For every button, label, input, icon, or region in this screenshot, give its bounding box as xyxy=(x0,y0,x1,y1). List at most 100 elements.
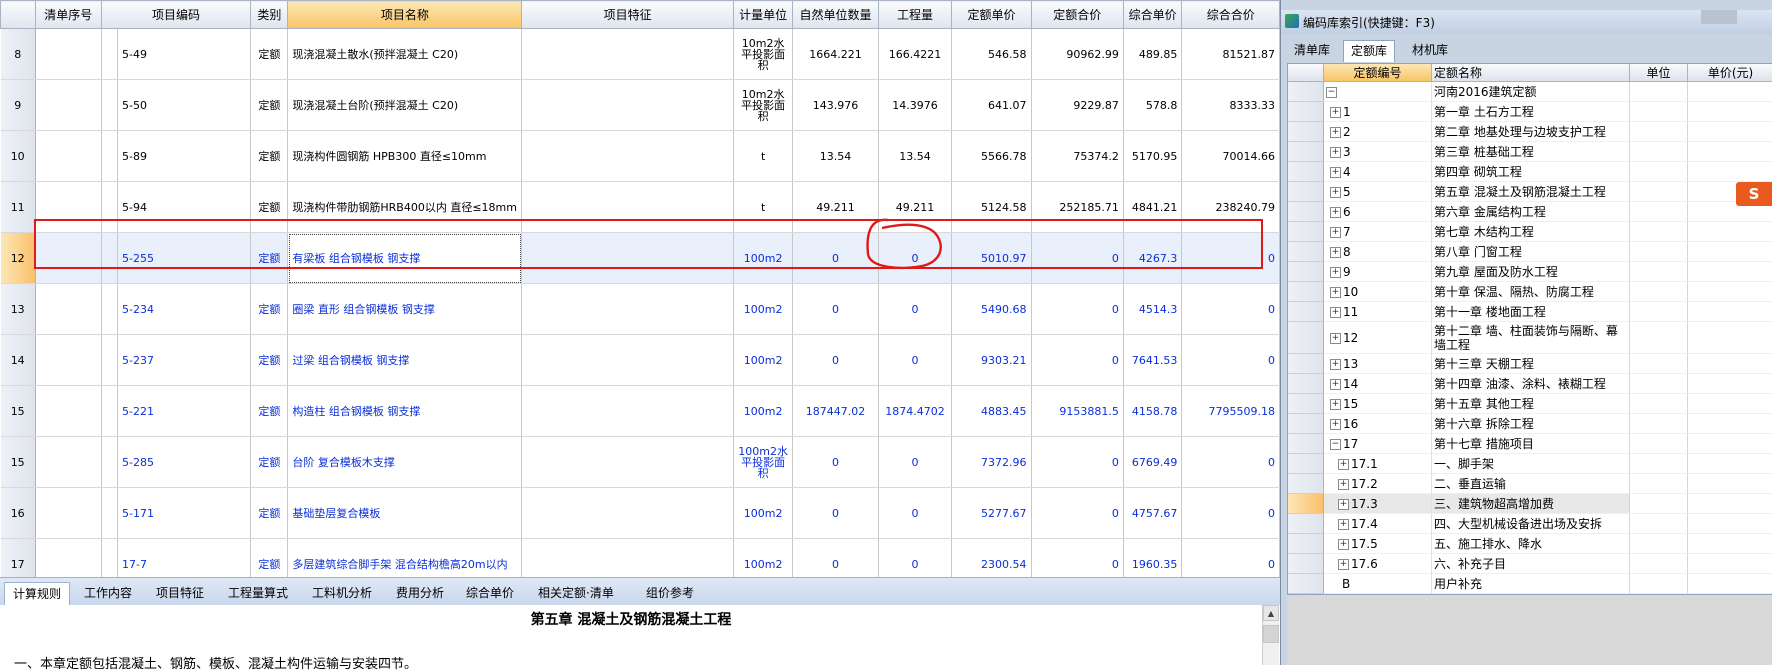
tree-code-cell[interactable]: +3 xyxy=(1324,142,1432,162)
quota-price-cell[interactable]: 5124.58 xyxy=(951,181,1032,233)
unit-cell[interactable]: 10m2水平投影面积 xyxy=(733,28,794,80)
table-row[interactable]: 14 5-237 定额 过梁 组合钢模板 钢支撑 100m2 0 0 9303.… xyxy=(0,334,1280,386)
composite-price-cell[interactable]: 6769.49 xyxy=(1123,436,1183,488)
header-quota-total[interactable]: 定额合价 xyxy=(1030,0,1124,29)
expand-icon[interactable]: + xyxy=(1330,107,1341,118)
natural-qty-cell[interactable]: 0 xyxy=(792,283,879,335)
tree-row-header[interactable] xyxy=(1288,322,1324,354)
code-cell[interactable]: 5-285 xyxy=(117,436,252,488)
name-cell[interactable]: 现浇混凝土散水(预拌混凝土 C20) xyxy=(287,28,523,80)
tree-unit-cell[interactable] xyxy=(1630,122,1688,142)
header-quota-name[interactable]: 定额名称 xyxy=(1432,64,1630,82)
row-number[interactable]: 15 xyxy=(0,436,36,488)
tree-row[interactable]: +2 第二章 地基处理与边坡支护工程 xyxy=(1288,122,1772,142)
code-cell[interactable]: 5-171 xyxy=(117,487,252,539)
tree-name-cell[interactable]: 第十三章 天棚工程 xyxy=(1432,354,1630,374)
tree-row[interactable]: +13 第十三章 天棚工程 xyxy=(1288,354,1772,374)
feature-cell[interactable] xyxy=(521,283,734,335)
tree-row-header[interactable] xyxy=(1288,182,1324,202)
tree-row-header[interactable] xyxy=(1288,494,1324,514)
tree-row-header[interactable] xyxy=(1288,242,1324,262)
list-seq-cell[interactable] xyxy=(35,130,102,182)
list-seq-cell[interactable] xyxy=(35,436,102,488)
natural-qty-cell[interactable]: 0 xyxy=(792,487,879,539)
expand-icon[interactable]: + xyxy=(1330,359,1341,370)
natural-qty-cell[interactable]: 0 xyxy=(792,436,879,488)
quota-total-cell[interactable]: 9153881.5 xyxy=(1031,385,1124,437)
tree-unit-cell[interactable] xyxy=(1630,434,1688,454)
code-cell[interactable]: 5-49 xyxy=(117,28,252,80)
tree-unit-cell[interactable] xyxy=(1630,474,1688,494)
tree-code-cell[interactable]: +17.5 xyxy=(1324,534,1432,554)
unit-cell[interactable]: 100m2 xyxy=(733,538,794,577)
tree-row-header[interactable] xyxy=(1288,354,1324,374)
quota-total-cell[interactable]: 0 xyxy=(1031,283,1124,335)
quota-total-cell[interactable]: 90962.99 xyxy=(1031,28,1124,80)
tab-pricing-reference[interactable]: 组价参考 xyxy=(638,582,702,604)
name-cell[interactable]: 现浇混凝土台阶(预拌混凝土 C20) xyxy=(287,79,523,131)
tree-row-header[interactable] xyxy=(1288,82,1324,102)
composite-price-cell[interactable]: 4158.78 xyxy=(1123,385,1183,437)
tree-row[interactable]: +16 第十六章 拆除工程 xyxy=(1288,414,1772,434)
expand-icon[interactable]: + xyxy=(1338,499,1349,510)
tree-code-cell[interactable]: +1 xyxy=(1324,102,1432,122)
header-item-name[interactable]: 项目名称 xyxy=(287,0,523,29)
tree-row[interactable]: +8 第八章 门窗工程 xyxy=(1288,242,1772,262)
composite-total-cell[interactable]: 238240.79 xyxy=(1181,181,1280,233)
code-cell[interactable]: 5-50 xyxy=(117,79,252,131)
tree-code-cell[interactable]: +17.6 xyxy=(1324,554,1432,574)
tree-unit-cell[interactable] xyxy=(1630,454,1688,474)
expand-icon[interactable]: + xyxy=(1330,227,1341,238)
quota-price-cell[interactable]: 2300.54 xyxy=(951,538,1032,577)
type-cell[interactable]: 定额 xyxy=(250,130,289,182)
tree-name-cell[interactable]: 五、施工排水、降水 xyxy=(1432,534,1630,554)
name-cell[interactable]: 现浇构件圆钢筋 HPB300 直径≤10mm xyxy=(287,130,523,182)
quantity-cell[interactable]: 1874.4702 xyxy=(878,385,953,437)
quota-total-cell[interactable]: 0 xyxy=(1031,487,1124,539)
tree-row-header[interactable] xyxy=(1288,262,1324,282)
panel-titlebar[interactable]: 编码库索引(快捷键：F3) xyxy=(1281,10,1772,34)
tree-code-cell[interactable]: +14 xyxy=(1324,374,1432,394)
tree-row-header[interactable] xyxy=(1288,574,1324,594)
table-row[interactable]: 15 5-221 定额 构造柱 组合钢模板 钢支撑 100m2 187447.0… xyxy=(0,385,1280,437)
type-cell[interactable]: 定额 xyxy=(250,28,289,80)
feature-cell[interactable] xyxy=(521,385,734,437)
header-composite-total[interactable]: 综合合价 xyxy=(1181,0,1280,29)
tree-price-cell[interactable] xyxy=(1688,262,1772,282)
natural-qty-cell[interactable]: 143.976 xyxy=(792,79,879,131)
tree-row-header[interactable] xyxy=(1288,474,1324,494)
tree-price-cell[interactable] xyxy=(1688,354,1772,374)
unit-cell[interactable]: 10m2水平投影面积 xyxy=(733,79,794,131)
tree-price-cell[interactable] xyxy=(1688,302,1772,322)
expand-icon[interactable]: + xyxy=(1338,559,1349,570)
expand-icon[interactable]: + xyxy=(1330,207,1341,218)
composite-price-cell[interactable]: 7641.53 xyxy=(1123,334,1183,386)
tree-row-header[interactable] xyxy=(1288,102,1324,122)
list-seq-cell[interactable] xyxy=(35,487,102,539)
header-natural-qty[interactable]: 自然单位数量 xyxy=(792,0,879,29)
feature-cell[interactable] xyxy=(521,538,734,577)
tree-name-cell[interactable]: 第九章 屋面及防水工程 xyxy=(1432,262,1630,282)
scroll-up-icon[interactable]: ▲ xyxy=(1263,605,1279,621)
tab-work-content[interactable]: 工作内容 xyxy=(76,582,140,604)
tree-row-header[interactable] xyxy=(1288,162,1324,182)
tree-code-cell[interactable]: +8 xyxy=(1324,242,1432,262)
quota-price-cell[interactable]: 7372.96 xyxy=(951,436,1032,488)
feature-cell[interactable] xyxy=(521,28,734,80)
tree-price-cell[interactable] xyxy=(1688,474,1772,494)
tree-unit-cell[interactable] xyxy=(1630,242,1688,262)
expand-icon[interactable]: + xyxy=(1330,247,1341,258)
composite-price-cell[interactable]: 578.8 xyxy=(1123,79,1183,131)
composite-price-cell[interactable]: 4514.3 xyxy=(1123,283,1183,335)
tree-price-cell[interactable] xyxy=(1688,454,1772,474)
tree-code-cell[interactable]: +17.4 xyxy=(1324,514,1432,534)
row-number[interactable]: 16 xyxy=(0,487,36,539)
tree-price-cell[interactable] xyxy=(1688,494,1772,514)
composite-price-cell[interactable]: 5170.95 xyxy=(1123,130,1183,182)
tree-price-cell[interactable] xyxy=(1688,534,1772,554)
list-seq-cell[interactable] xyxy=(35,181,102,233)
tree-row[interactable]: +1 第一章 土石方工程 xyxy=(1288,102,1772,122)
tree-code-cell[interactable]: +15 xyxy=(1324,394,1432,414)
tree-row-header[interactable] xyxy=(1288,414,1324,434)
quota-price-cell[interactable]: 5566.78 xyxy=(951,130,1032,182)
